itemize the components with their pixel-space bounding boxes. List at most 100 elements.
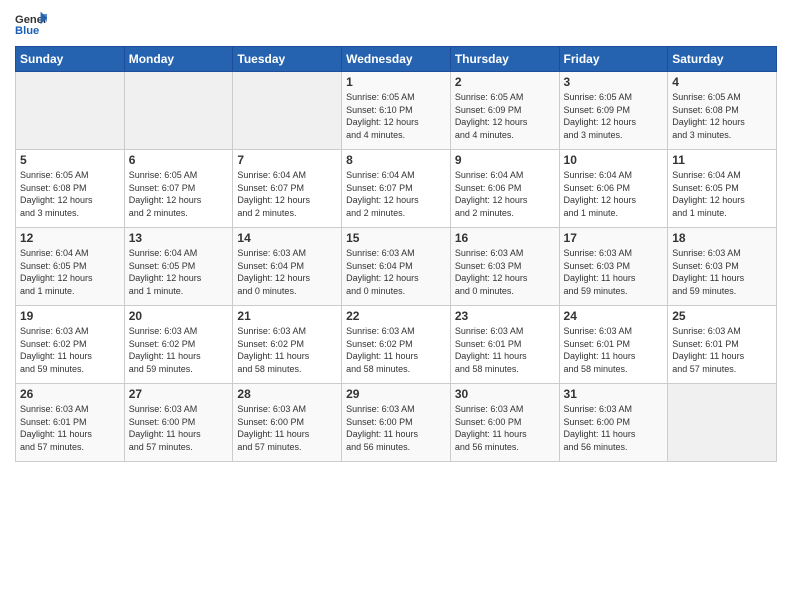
week-row-1: 1 Sunrise: 6:05 AM Sunset: 6:10 PM Daylig… <box>16 72 777 150</box>
day-cell: 17 Sunrise: 6:03 AM Sunset: 6:03 PM Dayli… <box>559 228 668 306</box>
day-info: Sunrise: 6:04 AM Sunset: 6:05 PM Dayligh… <box>129 247 229 297</box>
calendar-body: 1 Sunrise: 6:05 AM Sunset: 6:10 PM Daylig… <box>16 72 777 462</box>
day-number: 3 <box>564 75 664 89</box>
day-cell: 31 Sunrise: 6:03 AM Sunset: 6:00 PM Dayli… <box>559 384 668 462</box>
day-cell: 15 Sunrise: 6:03 AM Sunset: 6:04 PM Dayli… <box>342 228 451 306</box>
day-cell: 20Sunrise: 6:03 AM Sunset: 6:02 PM Dayli… <box>124 306 233 384</box>
day-number: 27 <box>129 387 229 401</box>
logo: General Blue <box>15 10 47 38</box>
day-info: Sunrise: 6:03 AM Sunset: 6:03 PM Dayligh… <box>564 247 664 297</box>
day-cell: 26 Sunrise: 6:03 AM Sunset: 6:01 PM Dayli… <box>16 384 125 462</box>
day-info: Sunrise: 6:03 AM Sunset: 6:03 PM Dayligh… <box>455 247 555 297</box>
day-number: 12 <box>20 231 120 245</box>
day-number: 15 <box>346 231 446 245</box>
day-info: Sunrise: 6:03 AM Sunset: 6:03 PM Dayligh… <box>672 247 772 297</box>
day-number: 2 <box>455 75 555 89</box>
day-cell: 6 Sunrise: 6:05 AM Sunset: 6:07 PM Daylig… <box>124 150 233 228</box>
day-info: Sunrise: 6:03 AM Sunset: 6:02 PM Dayligh… <box>346 325 446 375</box>
day-cell: 29 Sunrise: 6:03 AM Sunset: 6:00 PM Dayli… <box>342 384 451 462</box>
day-number: 6 <box>129 153 229 167</box>
day-cell: 19Sunrise: 6:03 AM Sunset: 6:02 PM Dayli… <box>16 306 125 384</box>
day-cell: 28 Sunrise: 6:03 AM Sunset: 6:00 PM Dayli… <box>233 384 342 462</box>
day-number: 28 <box>237 387 337 401</box>
day-cell: 3 Sunrise: 6:05 AM Sunset: 6:09 PM Daylig… <box>559 72 668 150</box>
day-number: 4 <box>672 75 772 89</box>
day-cell: 21 Sunrise: 6:03 AM Sunset: 6:02 PM Dayli… <box>233 306 342 384</box>
weekday-tuesday: Tuesday <box>233 47 342 72</box>
weekday-sunday: Sunday <box>16 47 125 72</box>
day-info: Sunrise: 6:04 AM Sunset: 6:06 PM Dayligh… <box>564 169 664 219</box>
day-cell <box>668 384 777 462</box>
logo-icon: General Blue <box>15 10 47 38</box>
day-cell: 23 Sunrise: 6:03 AM Sunset: 6:01 PM Dayli… <box>450 306 559 384</box>
day-cell: 12 Sunrise: 6:04 AM Sunset: 6:05 PM Dayli… <box>16 228 125 306</box>
day-number: 8 <box>346 153 446 167</box>
day-number: 24 <box>564 309 664 323</box>
day-info: Sunrise: 6:05 AM Sunset: 6:09 PM Dayligh… <box>455 91 555 141</box>
day-info: Sunrise: 6:03 AM Sunset: 6:00 PM Dayligh… <box>564 403 664 453</box>
day-info: Sunrise: 6:03 AM Sunset: 6:01 PM Dayligh… <box>672 325 772 375</box>
week-row-3: 12 Sunrise: 6:04 AM Sunset: 6:05 PM Dayli… <box>16 228 777 306</box>
svg-text:Blue: Blue <box>15 25 39 37</box>
day-info: Sunrise: 6:03 AM Sunset: 6:02 PM Dayligh… <box>237 325 337 375</box>
day-number: 7 <box>237 153 337 167</box>
day-cell: 22 Sunrise: 6:03 AM Sunset: 6:02 PM Dayli… <box>342 306 451 384</box>
day-cell: 4Sunrise: 6:05 AM Sunset: 6:08 PM Daylig… <box>668 72 777 150</box>
day-number: 23 <box>455 309 555 323</box>
day-cell: 5Sunrise: 6:05 AM Sunset: 6:08 PM Daylig… <box>16 150 125 228</box>
day-cell: 2 Sunrise: 6:05 AM Sunset: 6:09 PM Daylig… <box>450 72 559 150</box>
day-cell: 24 Sunrise: 6:03 AM Sunset: 6:01 PM Dayli… <box>559 306 668 384</box>
day-cell: 1 Sunrise: 6:05 AM Sunset: 6:10 PM Daylig… <box>342 72 451 150</box>
day-number: 21 <box>237 309 337 323</box>
week-row-5: 26 Sunrise: 6:03 AM Sunset: 6:01 PM Dayli… <box>16 384 777 462</box>
day-number: 31 <box>564 387 664 401</box>
weekday-saturday: Saturday <box>668 47 777 72</box>
day-cell: 18 Sunrise: 6:03 AM Sunset: 6:03 PM Dayli… <box>668 228 777 306</box>
day-info: Sunrise: 6:05 AM Sunset: 6:07 PM Dayligh… <box>129 169 229 219</box>
day-number: 19 <box>20 309 120 323</box>
day-cell: 11Sunrise: 6:04 AM Sunset: 6:05 PM Dayli… <box>668 150 777 228</box>
day-info: Sunrise: 6:03 AM Sunset: 6:01 PM Dayligh… <box>455 325 555 375</box>
day-number: 11 <box>672 153 772 167</box>
day-cell: 9Sunrise: 6:04 AM Sunset: 6:06 PM Daylig… <box>450 150 559 228</box>
day-number: 22 <box>346 309 446 323</box>
day-number: 20 <box>129 309 229 323</box>
day-cell: 7 Sunrise: 6:04 AM Sunset: 6:07 PM Daylig… <box>233 150 342 228</box>
day-number: 29 <box>346 387 446 401</box>
day-info: Sunrise: 6:03 AM Sunset: 6:04 PM Dayligh… <box>346 247 446 297</box>
week-row-4: 19 Sunrise: 6:03 AM Sunset: 6:02 PM Dayli… <box>16 306 777 384</box>
day-cell: 13 Sunrise: 6:04 AM Sunset: 6:05 PM Dayli… <box>124 228 233 306</box>
day-number: 16 <box>455 231 555 245</box>
day-cell: 10Sunrise: 6:04 AM Sunset: 6:06 PM Dayli… <box>559 150 668 228</box>
day-info: Sunrise: 6:03 AM Sunset: 6:01 PM Dayligh… <box>564 325 664 375</box>
day-info: Sunrise: 6:03 AM Sunset: 6:01 PM Dayligh… <box>20 403 120 453</box>
day-cell <box>124 72 233 150</box>
day-cell: 27 Sunrise: 6:03 AM Sunset: 6:00 PM Dayli… <box>124 384 233 462</box>
day-info: Sunrise: 6:03 AM Sunset: 6:00 PM Dayligh… <box>346 403 446 453</box>
day-cell: 16 Sunrise: 6:03 AM Sunset: 6:03 PM Dayli… <box>450 228 559 306</box>
day-info: Sunrise: 6:03 AM Sunset: 6:00 PM Dayligh… <box>129 403 229 453</box>
day-number: 1 <box>346 75 446 89</box>
day-number: 5 <box>20 153 120 167</box>
day-number: 9 <box>455 153 555 167</box>
weekday-thursday: Thursday <box>450 47 559 72</box>
calendar-container: General Blue SundayMondayTuesdayWednesda… <box>0 0 792 612</box>
day-number: 13 <box>129 231 229 245</box>
day-cell: 14Sunrise: 6:03 AM Sunset: 6:04 PM Dayli… <box>233 228 342 306</box>
day-info: Sunrise: 6:03 AM Sunset: 6:00 PM Dayligh… <box>237 403 337 453</box>
day-number: 30 <box>455 387 555 401</box>
day-number: 26 <box>20 387 120 401</box>
day-info: Sunrise: 6:05 AM Sunset: 6:09 PM Dayligh… <box>564 91 664 141</box>
weekday-header-row: SundayMondayTuesdayWednesdayThursdayFrid… <box>16 47 777 72</box>
day-cell: 30Sunrise: 6:03 AM Sunset: 6:00 PM Dayli… <box>450 384 559 462</box>
day-number: 18 <box>672 231 772 245</box>
day-number: 17 <box>564 231 664 245</box>
day-cell <box>16 72 125 150</box>
day-info: Sunrise: 6:04 AM Sunset: 6:07 PM Dayligh… <box>237 169 337 219</box>
day-info: Sunrise: 6:05 AM Sunset: 6:10 PM Dayligh… <box>346 91 446 141</box>
day-info: Sunrise: 6:04 AM Sunset: 6:05 PM Dayligh… <box>20 247 120 297</box>
calendar-table: SundayMondayTuesdayWednesdayThursdayFrid… <box>15 46 777 462</box>
weekday-monday: Monday <box>124 47 233 72</box>
day-number: 14 <box>237 231 337 245</box>
day-cell: 8Sunrise: 6:04 AM Sunset: 6:07 PM Daylig… <box>342 150 451 228</box>
